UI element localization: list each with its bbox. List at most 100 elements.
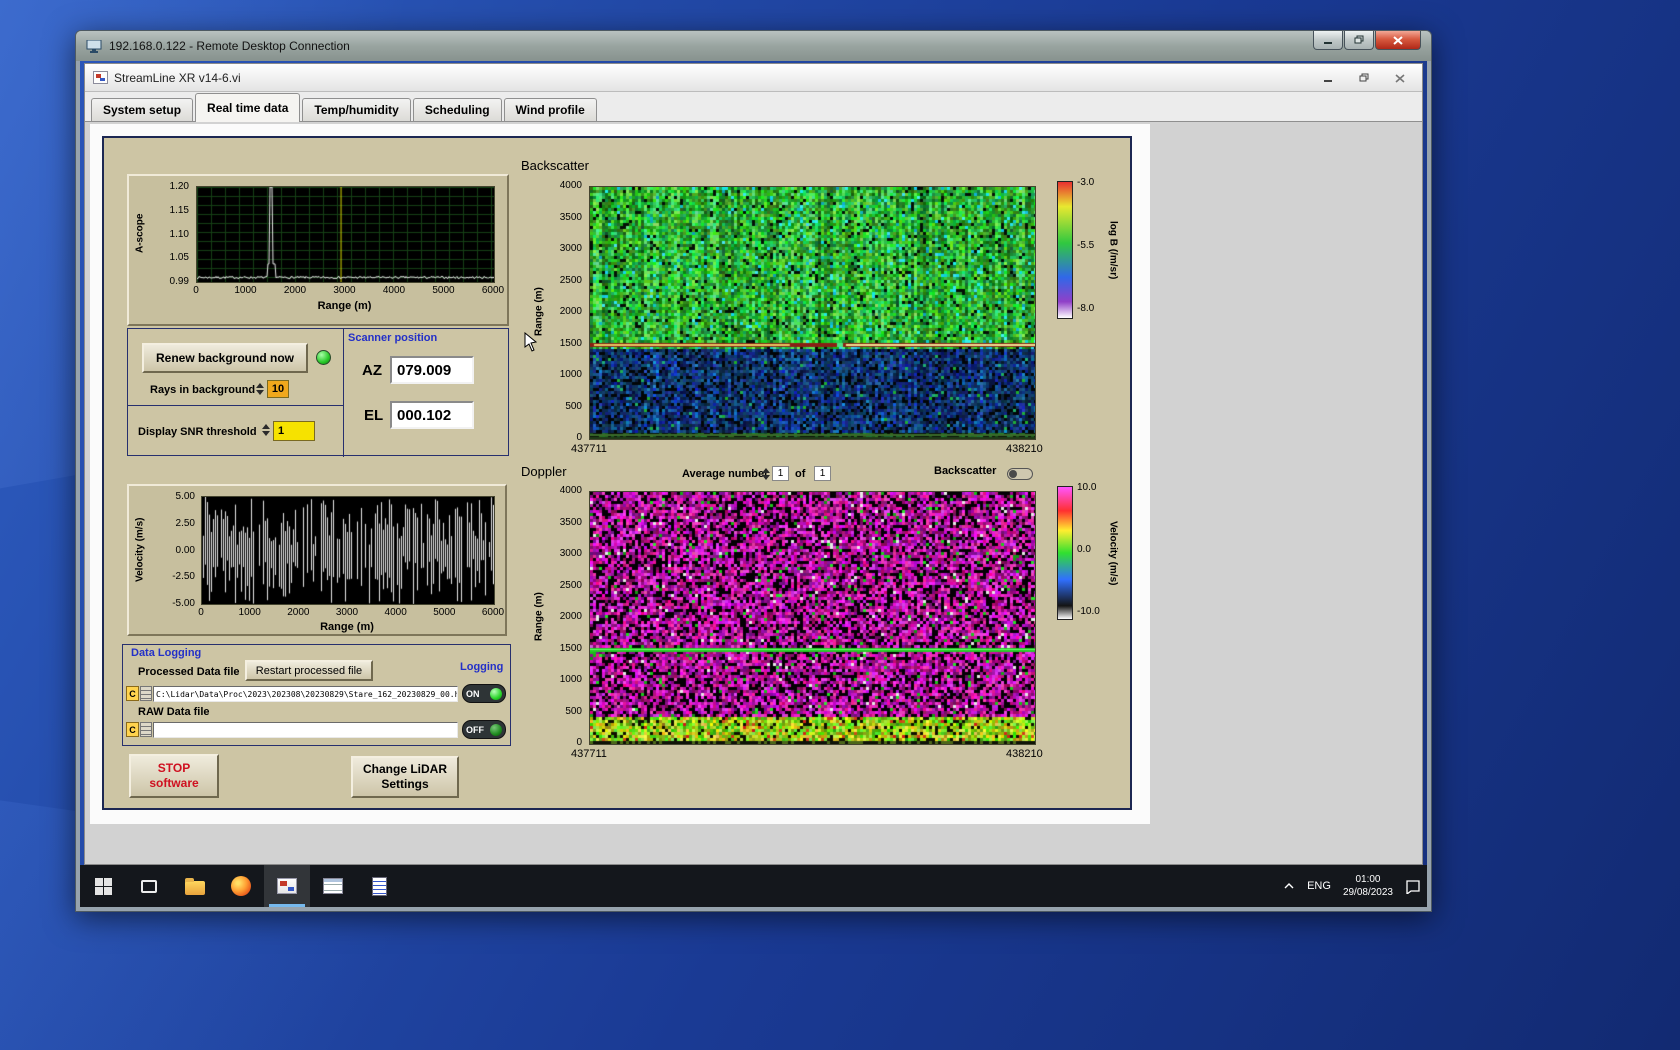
tick-label: 2.50: [175, 517, 195, 529]
rdp-minimize-button[interactable]: [1313, 31, 1343, 50]
doppler-yticks: 4000 3500 3000 2500 2000 1500 1000 500 0: [548, 485, 584, 748]
velocity-yticks: 5.00 2.50 0.00 -2.50 -5.00: [159, 491, 197, 609]
app-content: A-scope 1.20 1.15 1.10 1.05 0.99 0 1000 2000 30…: [85, 122, 1422, 864]
streamline-app-button[interactable]: [264, 865, 310, 907]
backscatter-x-end: 438210: [1006, 443, 1043, 455]
raw-path-field[interactable]: [153, 722, 458, 738]
backscatter-ylabel: Range (m): [533, 287, 545, 337]
processed-path-field[interactable]: C:\Lidar\Data\Proc\2023\202308\20230829\…: [153, 686, 458, 702]
tick-label: 0.99: [169, 276, 189, 287]
average-number-value[interactable]: 1: [772, 466, 789, 481]
doppler-title: Doppler: [521, 464, 567, 479]
stop-button-line1: STOP: [157, 761, 191, 775]
logging-label: Logging: [460, 661, 504, 673]
doppler-ylabel: Range (m): [533, 592, 545, 642]
language-indicator[interactable]: ENG: [1307, 880, 1331, 892]
tick-label: 4000: [384, 607, 407, 618]
rdp-restore-button[interactable]: [1344, 31, 1374, 50]
start-button[interactable]: [80, 865, 126, 907]
tick-label: 3000: [559, 243, 582, 254]
tick-label: 2000: [287, 607, 310, 618]
tick-label: 2000: [559, 611, 582, 622]
app-titlebar[interactable]: StreamLine XR v14-6.vi: [85, 64, 1422, 92]
velocity-xticks: 0 1000 2000 3000 4000 5000 6000: [198, 607, 504, 619]
tab-real-time-data[interactable]: Real time data: [195, 93, 301, 122]
tick-label: 6000: [481, 607, 505, 618]
background-status-led: [316, 350, 331, 365]
tick-label: 0: [576, 737, 582, 748]
app-window-title: StreamLine XR v14-6.vi: [114, 70, 241, 85]
data-logging-group: Data Logging Processed Data file Restart…: [122, 644, 511, 746]
renew-background-button[interactable]: Renew background now: [142, 343, 308, 373]
tab-scheduling[interactable]: Scheduling: [412, 98, 502, 121]
rdp-close-button[interactable]: [1375, 31, 1421, 50]
firefox-button[interactable]: [218, 865, 264, 907]
app-close-button[interactable]: [1382, 64, 1418, 92]
average-number-spinner[interactable]: [761, 465, 771, 483]
tab-temp-humidity[interactable]: Temp/humidity: [302, 98, 411, 121]
tick-label: 4000: [382, 285, 406, 296]
restart-processed-file-button[interactable]: Restart processed file: [245, 660, 373, 681]
raw-browse-icon[interactable]: [140, 722, 152, 737]
snr-spinner[interactable]: [261, 421, 271, 439]
raw-logging-toggle[interactable]: OFF: [462, 720, 506, 739]
app-window: StreamLine XR v14-6.vi System setup Real …: [84, 63, 1423, 865]
tick-label: 10.0: [1077, 482, 1097, 493]
remote-screen: StreamLine XR v14-6.vi System setup Real …: [80, 61, 1427, 907]
tab-wind-profile[interactable]: Wind profile: [503, 98, 597, 121]
tick-label: 500: [565, 400, 582, 412]
mouse-cursor: [524, 332, 538, 352]
tick-label: 2000: [283, 285, 307, 296]
task-view-button[interactable]: [126, 865, 172, 907]
snr-threshold-label: Display SNR threshold: [138, 426, 257, 438]
notification-icon[interactable]: [1405, 879, 1421, 894]
toggle-off-label: OFF: [466, 724, 484, 735]
file-explorer-button[interactable]: [172, 865, 218, 907]
rays-value[interactable]: 10: [267, 380, 289, 398]
tick-label: 0.0: [1077, 544, 1091, 555]
tick-label: -3.0: [1077, 177, 1095, 188]
az-value[interactable]: 079.009: [390, 356, 474, 384]
ascope-plot[interactable]: [196, 186, 495, 283]
processed-browse-icon[interactable]: [140, 686, 152, 701]
tick-label: 1.20: [169, 181, 189, 192]
tick-label: 3000: [559, 548, 582, 559]
firefox-icon: [231, 876, 251, 896]
tab-bar: System setup Real time data Temp/humidity S…: [85, 92, 1422, 122]
stop-software-button[interactable]: STOP software: [129, 754, 219, 798]
tick-label: 2000: [559, 306, 582, 317]
snr-value[interactable]: 1: [273, 421, 315, 441]
tick-label: 3000: [333, 285, 356, 296]
app-minimize-button[interactable]: [1310, 64, 1346, 92]
vi-file-icon: [93, 71, 108, 84]
tick-label: 0: [576, 432, 582, 443]
tick-label: 1000: [559, 369, 582, 380]
tick-label: 4000: [559, 485, 582, 496]
change-lidar-settings-button[interactable]: Change LiDAR Settings: [351, 756, 459, 798]
app-restore-button[interactable]: [1346, 64, 1382, 92]
document-app-button[interactable]: [356, 865, 402, 907]
tick-label: 1.10: [169, 228, 189, 240]
of-label: of: [795, 468, 806, 480]
average-total-value[interactable]: 1: [814, 466, 831, 481]
rays-spinner[interactable]: [255, 380, 265, 398]
doppler-backscatter-toggle-label: Backscatter: [934, 465, 997, 477]
tick-label: -5.00: [172, 598, 195, 609]
processed-drive-box[interactable]: C: [126, 686, 139, 701]
tray-chevron-icon[interactable]: [1283, 882, 1295, 890]
processed-logging-toggle[interactable]: ON: [462, 684, 506, 703]
scan-scheduler-button[interactable]: [310, 865, 356, 907]
doppler-backscatter-toggle[interactable]: [1007, 468, 1033, 480]
doppler-x-start: 437711: [571, 748, 607, 760]
ascope-graph: A-scope 1.20 1.15 1.10 1.05 0.99 0 1000 2000 30…: [127, 174, 509, 326]
rdp-titlebar[interactable]: 192.168.0.122 - Remote Desktop Connectio…: [76, 31, 1431, 61]
rays-in-background-label: Rays in background: [150, 384, 256, 396]
tick-label: 1000: [234, 285, 257, 296]
tick-label: 1500: [559, 337, 582, 349]
task-view-icon: [141, 879, 157, 893]
el-value[interactable]: 000.102: [390, 401, 474, 429]
tick-label: 0: [198, 607, 204, 618]
raw-drive-box[interactable]: C: [126, 722, 139, 737]
tab-system-setup[interactable]: System setup: [91, 98, 194, 121]
clock[interactable]: 01:00 29/08/2023: [1343, 873, 1393, 900]
